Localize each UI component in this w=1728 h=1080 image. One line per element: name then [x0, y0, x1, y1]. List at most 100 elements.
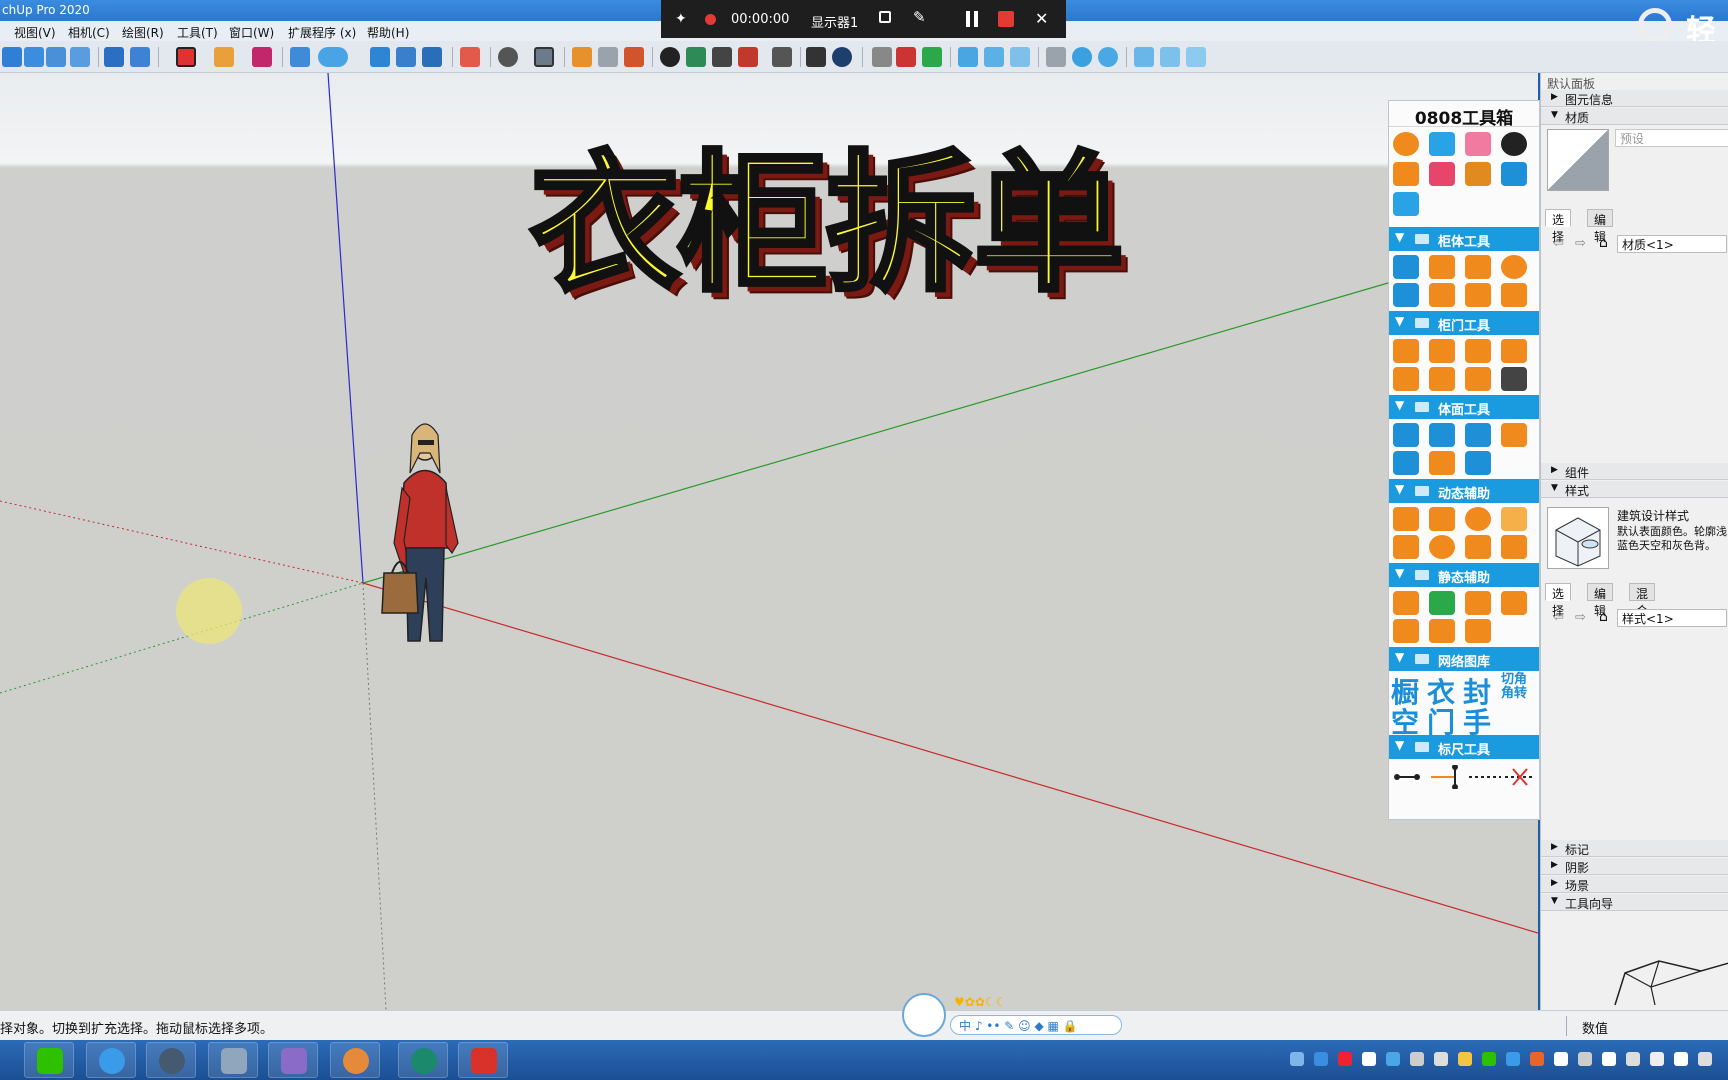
forward-arrow-icon[interactable]: ⇨: [1575, 610, 1586, 625]
tray-icon[interactable]: [1506, 1052, 1520, 1066]
material-swatch[interactable]: [1547, 129, 1609, 191]
select-icon[interactable]: [2, 47, 22, 67]
section-dynamic-assist[interactable]: ▼ 动态辅助: [1389, 479, 1539, 503]
frame-icon[interactable]: [1465, 339, 1491, 363]
board-icon[interactable]: [1465, 255, 1491, 279]
hardware-icon[interactable]: [1501, 367, 1527, 391]
paint-icon[interactable]: [46, 47, 66, 67]
back-arrow-icon[interactable]: ⇦: [1553, 236, 1564, 251]
tray-icon[interactable]: [1458, 1052, 1472, 1066]
double-door-icon[interactable]: [1429, 339, 1455, 363]
tray-icon[interactable]: [1314, 1052, 1328, 1066]
tab-mix[interactable]: 混合: [1629, 583, 1656, 618]
toggle-icon[interactable]: [318, 47, 348, 67]
dropper-icon[interactable]: [1465, 535, 1491, 559]
eye-closed-icon[interactable]: [1393, 535, 1419, 559]
bracket-icon[interactable]: [1393, 619, 1419, 643]
folder-icon[interactable]: [1393, 162, 1419, 186]
taskbar-notepad[interactable]: [208, 1042, 258, 1078]
play-box-icon[interactable]: [1429, 591, 1455, 615]
taskbar-app-purple[interactable]: [268, 1042, 318, 1078]
tray-icon[interactable]: [1626, 1052, 1640, 1066]
shelf-icon[interactable]: [1465, 162, 1491, 186]
back-arrow-icon[interactable]: ⇦: [1553, 610, 1564, 625]
model-viewport[interactable]: 衣柜拆单: [0, 73, 1538, 1010]
tray-icon[interactable]: [1674, 1052, 1688, 1066]
styles-row[interactable]: ▼ 样式: [1541, 481, 1728, 498]
layers-stack-icon[interactable]: [1429, 619, 1455, 643]
orbit-icon[interactable]: [104, 47, 124, 67]
stop-button[interactable]: [998, 11, 1014, 27]
bell-icon[interactable]: [1465, 591, 1491, 615]
config-icon[interactable]: [1010, 47, 1030, 67]
calendar-icon[interactable]: [1393, 591, 1419, 615]
menu-tools[interactable]: 工具(T): [177, 24, 218, 41]
mail-icon[interactable]: [806, 47, 826, 67]
forward-arrow-icon[interactable]: ⇨: [1575, 236, 1586, 251]
warehouse-icon[interactable]: [130, 47, 150, 67]
ruler-icons[interactable]: [1393, 765, 1537, 789]
menu-extensions[interactable]: 扩展程序 (x): [288, 24, 356, 41]
cloud-icon[interactable]: [738, 47, 758, 67]
tab-select[interactable]: 选择: [1545, 209, 1572, 244]
tool-grey-icon[interactable]: [1046, 47, 1066, 67]
tray-icon[interactable]: [1482, 1052, 1496, 1066]
material-collection-field[interactable]: 材质<1>: [1617, 235, 1727, 253]
window-icon[interactable]: [1501, 162, 1527, 186]
taskbar-recorder[interactable]: [398, 1042, 448, 1078]
tab-edit[interactable]: 编辑: [1587, 583, 1614, 618]
settings-gear-icon[interactable]: [772, 47, 792, 67]
shadows-row[interactable]: ▶ 阴影: [1541, 858, 1728, 875]
ime-logo-icon[interactable]: [902, 993, 946, 1037]
home-icon[interactable]: ⌂: [1599, 235, 1608, 251]
tab-edit[interactable]: 编辑: [1587, 209, 1614, 244]
refresh-box-icon[interactable]: [1429, 255, 1455, 279]
tab-select[interactable]: 选择: [1545, 583, 1572, 618]
monitor-selector[interactable]: 显示器1: [811, 12, 858, 31]
undo-icon[interactable]: [872, 47, 892, 67]
refresh-icon[interactable]: [370, 47, 390, 67]
badge-icon[interactable]: [1465, 132, 1491, 156]
tray-icon[interactable]: [1554, 1052, 1568, 1066]
divider-icon[interactable]: [1465, 283, 1491, 307]
tiles-icon[interactable]: [1393, 451, 1419, 475]
close-icon[interactable]: ✕: [1035, 9, 1048, 28]
eraser-icon[interactable]: [70, 47, 90, 67]
tray-icon[interactable]: [1386, 1052, 1400, 1066]
door-icon[interactable]: [1393, 339, 1419, 363]
layers-icon[interactable]: [252, 47, 272, 67]
tray-icon[interactable]: [1410, 1052, 1424, 1066]
add-icon[interactable]: [660, 47, 680, 67]
toggle-shape-icon[interactable]: [1465, 507, 1491, 531]
inset-icon[interactable]: [1501, 423, 1527, 447]
tray-icon[interactable]: [1650, 1052, 1664, 1066]
cloud-upload-icon[interactable]: [1186, 47, 1206, 67]
gift-icon[interactable]: [1429, 162, 1455, 186]
component-icon[interactable]: [24, 47, 44, 67]
tray-icon[interactable]: [1530, 1052, 1544, 1066]
materials-row[interactable]: ▼ 材质: [1541, 108, 1728, 125]
user-icon[interactable]: [1393, 132, 1419, 156]
taskbar-wechat[interactable]: [24, 1042, 74, 1078]
material-preset-field[interactable]: 预设: [1615, 129, 1728, 147]
taskbar-sketchup[interactable]: [458, 1042, 508, 1078]
scenes-row[interactable]: ▶ 场景: [1541, 876, 1728, 893]
zoom-window-icon[interactable]: [534, 47, 554, 67]
scale-figure[interactable]: [380, 413, 490, 643]
menu-draw[interactable]: 绘图(R): [122, 24, 164, 41]
tray-icon[interactable]: [1338, 1052, 1352, 1066]
solid-face-icon[interactable]: [1465, 451, 1491, 475]
tray-icon[interactable]: [1290, 1052, 1304, 1066]
mirror-icon[interactable]: [460, 47, 480, 67]
entity-info-row[interactable]: ▶ 图元信息: [1541, 90, 1728, 107]
eye-icon[interactable]: [1429, 535, 1455, 559]
target-icon[interactable]: [1501, 255, 1527, 279]
crop-icon[interactable]: [879, 11, 891, 23]
document-icon[interactable]: [1393, 192, 1419, 216]
rotate-icon[interactable]: [498, 47, 518, 67]
instructor-row[interactable]: ▼ 工具向导: [1541, 894, 1728, 911]
checker-icon[interactable]: [712, 47, 732, 67]
check-circle-icon[interactable]: [1098, 47, 1118, 67]
tray-icon[interactable]: [1362, 1052, 1376, 1066]
layer-view-icon[interactable]: [958, 47, 978, 67]
